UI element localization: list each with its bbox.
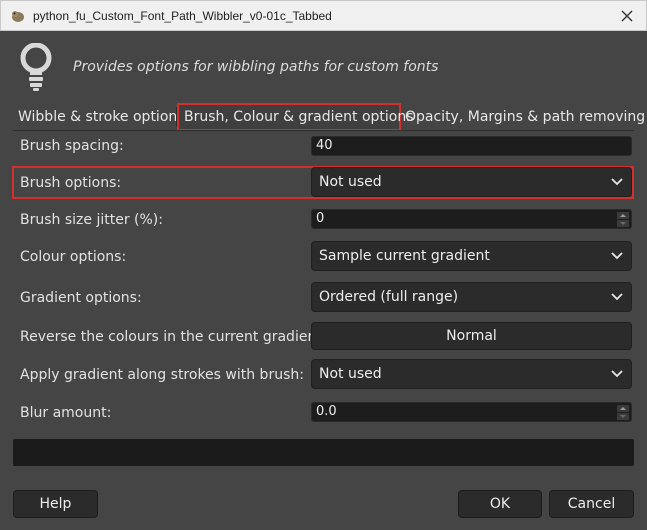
colour-options-label: Colour options: — [20, 249, 127, 265]
apply-gradient-dropdown[interactable]: Not used — [311, 359, 632, 389]
apply-gradient-value: Not used — [319, 366, 382, 382]
spinner-arrows-icon[interactable] — [617, 405, 629, 420]
ok-button[interactable]: OK — [458, 490, 542, 518]
brush-options-label: Brush options: — [20, 175, 122, 191]
gradient-options-label: Gradient options: — [20, 290, 142, 306]
tab-opacity-margins-path-removing[interactable]: Opacity, Margins & path removing — [400, 103, 647, 131]
gimp-icon — [12, 11, 24, 22]
chevron-down-icon — [611, 370, 623, 378]
blur-amount-label: Blur amount: — [20, 405, 112, 421]
chevron-down-icon — [611, 178, 623, 186]
brush-size-jitter-spinner[interactable]: 0 — [311, 209, 632, 229]
brush-size-jitter-label: Brush size jitter (%): — [20, 212, 163, 228]
gradient-options-value: Ordered (full range) — [319, 289, 459, 305]
title-bar: python_fu_Custom_Font_Path_Wibbler_v0-01… — [0, 0, 647, 31]
tab-brush-colour-gradient-options[interactable]: Brush, Colour & gradient options — [177, 103, 414, 131]
close-icon[interactable] — [618, 7, 636, 25]
chevron-down-icon — [611, 293, 623, 301]
apply-gradient-label: Apply gradient along strokes with brush: — [20, 367, 304, 383]
progress-bar — [13, 439, 634, 466]
tab-wibble-stroke-options[interactable]: Wibble & stroke options — [13, 103, 190, 131]
blur-amount-spinner[interactable]: 0.0 — [311, 402, 632, 422]
spinner-arrows-icon[interactable] — [617, 212, 629, 227]
reverse-colours-toggle[interactable]: Normal — [311, 322, 632, 350]
help-button[interactable]: Help — [13, 490, 98, 518]
cancel-button[interactable]: Cancel — [549, 490, 634, 518]
lightbulb-icon — [20, 43, 52, 91]
gradient-options-dropdown[interactable]: Ordered (full range) — [311, 282, 632, 312]
tab-bar: Wibble & stroke options Brush, Colour & … — [13, 103, 645, 131]
brush-options-value: Not used — [319, 174, 382, 190]
brush-spacing-value: 40 — [316, 138, 333, 153]
colour-options-dropdown[interactable]: Sample current gradient — [311, 241, 632, 271]
dialog-header: Provides options for wibbling paths for … — [0, 31, 647, 103]
dialog-description: Provides options for wibbling paths for … — [73, 59, 439, 75]
reverse-colours-label: Reverse the colours in the current gradi… — [20, 329, 327, 345]
window-title: python_fu_Custom_Font_Path_Wibbler_v0-01… — [33, 9, 332, 23]
chevron-down-icon — [611, 252, 623, 260]
brush-spacing-label: Brush spacing: — [20, 138, 124, 154]
brush-spacing-spinner[interactable]: 40 — [311, 136, 632, 156]
brush-options-dropdown[interactable]: Not used — [311, 167, 632, 197]
blur-amount-value: 0.0 — [316, 404, 337, 419]
colour-options-value: Sample current gradient — [319, 248, 490, 264]
tab-panel: Brush spacing: 40 Brush options: Not use… — [12, 130, 634, 428]
brush-size-jitter-value: 0 — [316, 211, 325, 226]
